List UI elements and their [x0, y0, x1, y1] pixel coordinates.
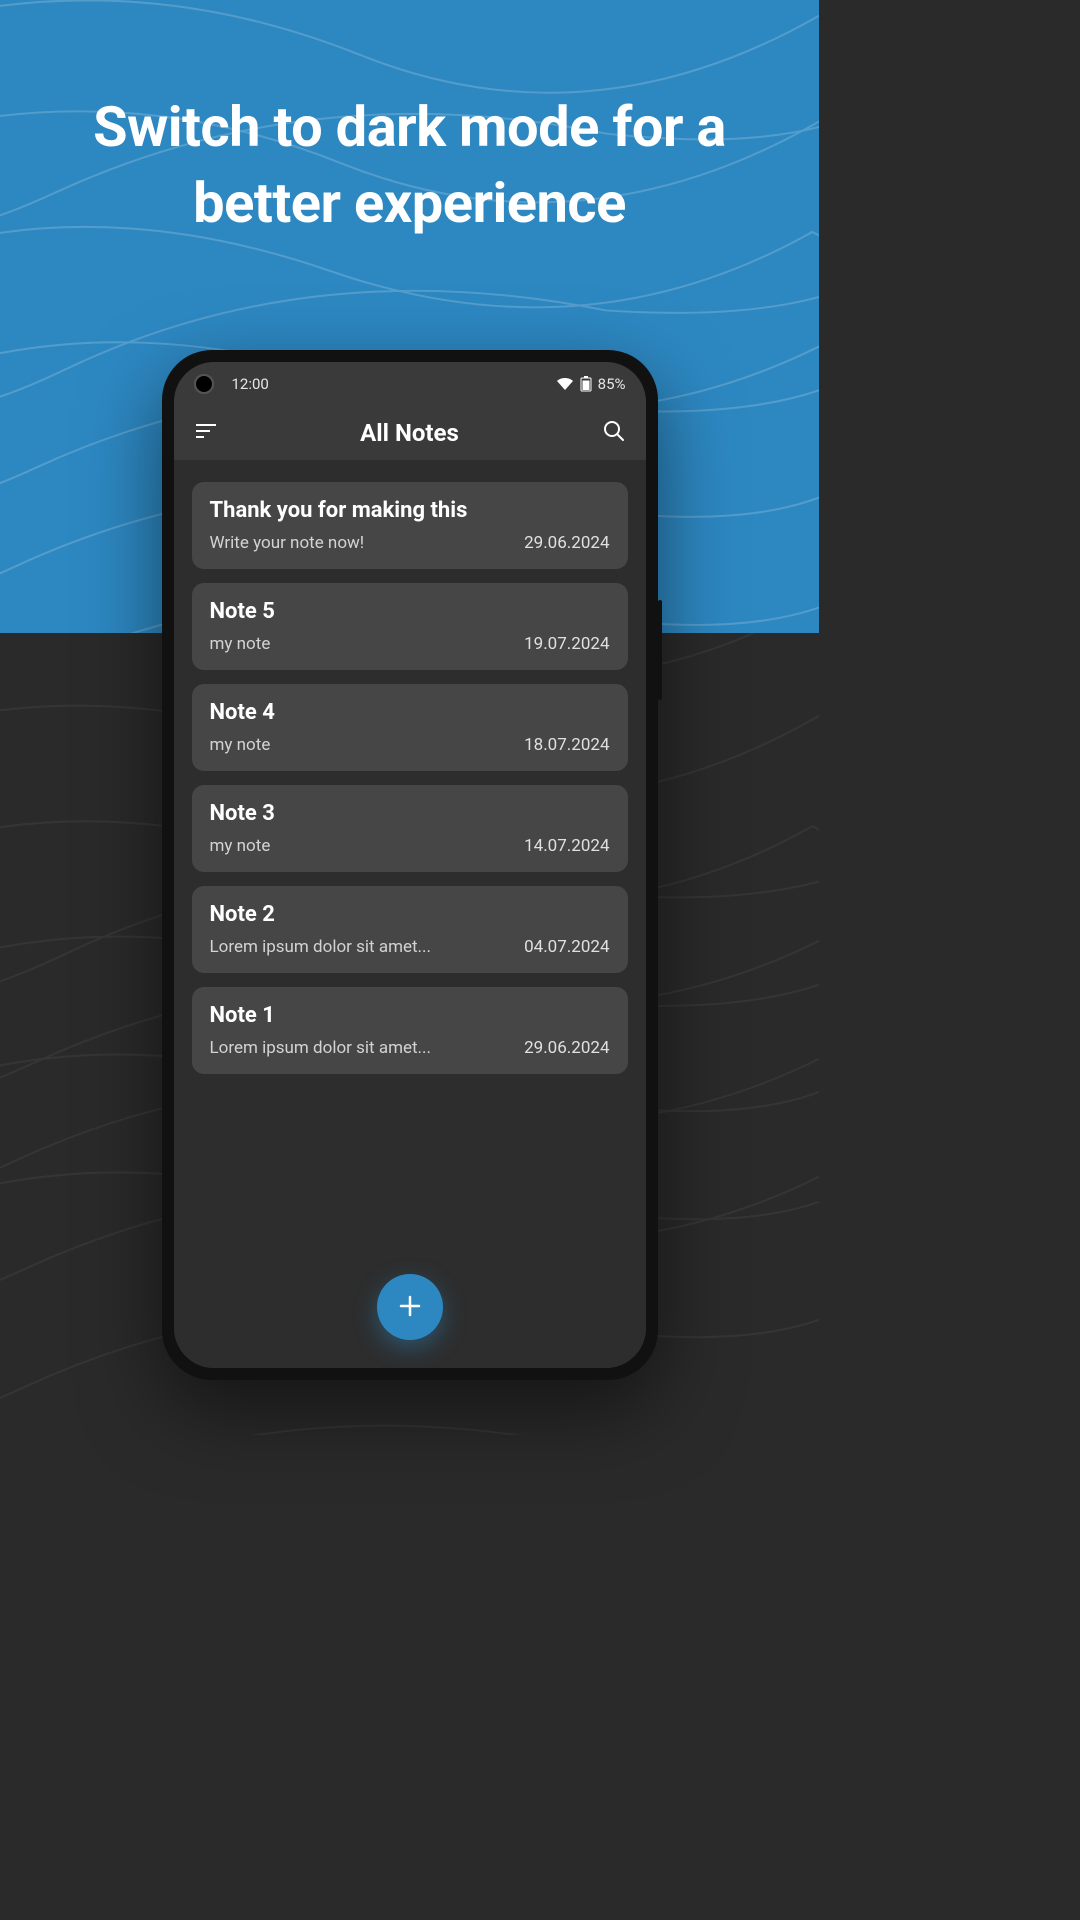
add-note-button[interactable]	[377, 1274, 443, 1340]
toolbar-title: All Notes	[174, 419, 646, 447]
app-toolbar: All Notes	[174, 406, 646, 460]
sort-icon	[194, 422, 218, 444]
note-meta-row: Lorem ipsum dolor sit amet... 04.07.2024	[210, 937, 610, 957]
note-snippet: my note	[210, 735, 513, 755]
status-bar: 12:00 85%	[174, 362, 646, 406]
note-date: 04.07.2024	[524, 937, 609, 957]
battery-icon	[580, 376, 592, 392]
status-time: 12:00	[232, 375, 269, 393]
note-date: 19.07.2024	[524, 634, 609, 654]
note-snippet: Write your note now!	[210, 533, 513, 553]
search-icon	[603, 420, 625, 446]
note-card[interactable]: Thank you for making this Write your note…	[192, 482, 628, 569]
status-right: 85%	[556, 375, 626, 393]
note-card[interactable]: Note 4 my note 18.07.2024	[192, 684, 628, 771]
note-date: 18.07.2024	[524, 735, 609, 755]
note-card[interactable]: Note 2 Lorem ipsum dolor sit amet... 04.07…	[192, 886, 628, 973]
note-date: 29.06.2024	[524, 1038, 609, 1058]
note-date: 29.06.2024	[524, 533, 609, 553]
note-snippet: my note	[210, 836, 513, 856]
plus-icon	[398, 1288, 422, 1326]
note-title: Note 5	[210, 599, 610, 624]
phone-frame: 12:00 85% All Notes	[162, 350, 658, 1380]
note-card[interactable]: Note 1 Lorem ipsum dolor sit amet... 29.06…	[192, 987, 628, 1074]
note-snippet: Lorem ipsum dolor sit amet...	[210, 937, 513, 957]
wifi-icon	[556, 377, 574, 391]
phone-screen: 12:00 85% All Notes	[174, 362, 646, 1368]
note-snippet: Lorem ipsum dolor sit amet...	[210, 1038, 513, 1058]
note-title: Thank you for making this	[210, 498, 610, 523]
sort-button[interactable]	[192, 419, 220, 447]
note-meta-row: my note 18.07.2024	[210, 735, 610, 755]
notes-list: Thank you for making this Write your note…	[174, 460, 646, 1368]
note-title: Note 3	[210, 801, 610, 826]
note-card[interactable]: Note 3 my note 14.07.2024	[192, 785, 628, 872]
note-meta-row: my note 19.07.2024	[210, 634, 610, 654]
note-title: Note 1	[210, 1003, 610, 1028]
note-title: Note 2	[210, 902, 610, 927]
note-date: 14.07.2024	[524, 836, 609, 856]
note-meta-row: my note 14.07.2024	[210, 836, 610, 856]
search-button[interactable]	[600, 419, 628, 447]
promo-headline: Switch to dark mode for a better experie…	[0, 90, 819, 241]
note-meta-row: Write your note now! 29.06.2024	[210, 533, 610, 553]
front-camera-icon	[194, 374, 214, 394]
note-meta-row: Lorem ipsum dolor sit amet... 29.06.2024	[210, 1038, 610, 1058]
note-card[interactable]: Note 5 my note 19.07.2024	[192, 583, 628, 670]
status-battery-text: 85%	[598, 375, 626, 393]
note-snippet: my note	[210, 634, 513, 654]
note-title: Note 4	[210, 700, 610, 725]
